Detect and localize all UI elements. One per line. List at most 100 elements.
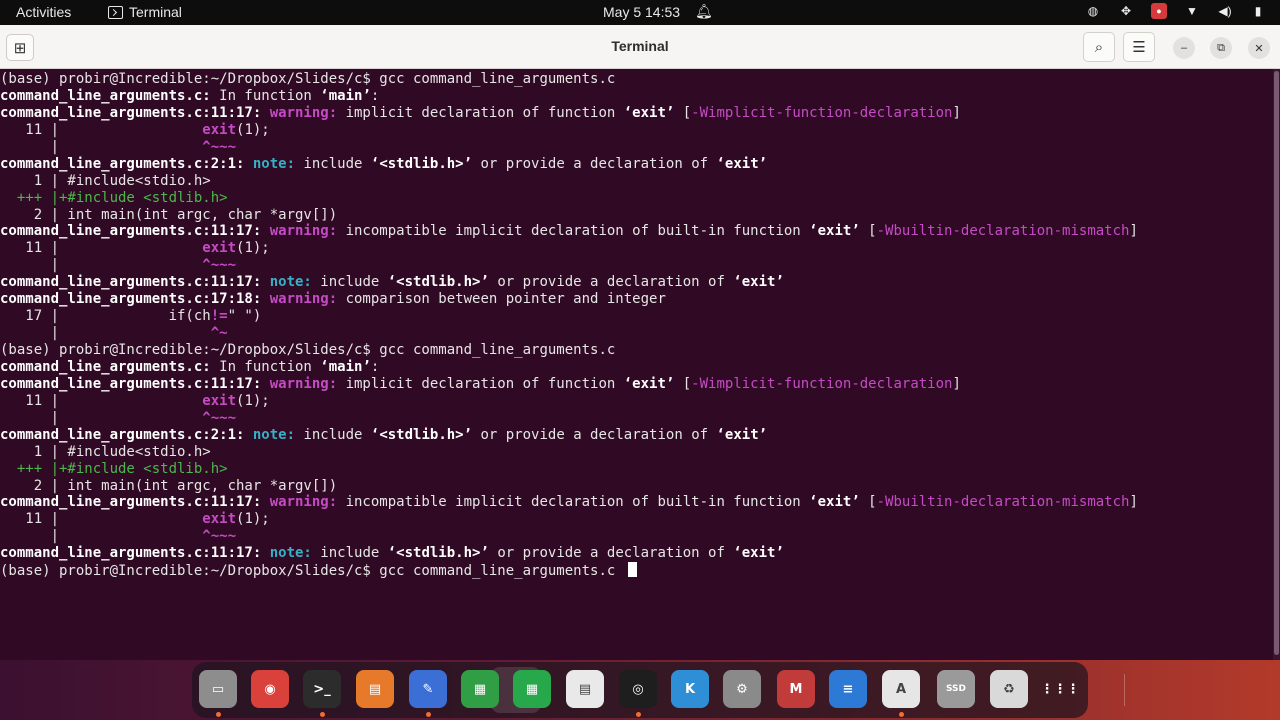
terminal-app-icon bbox=[108, 5, 123, 19]
hamburger-menu-icon: ☰ bbox=[1132, 39, 1146, 56]
terminal-line: 2 | int main(int argc, char *argv[]) bbox=[0, 207, 1138, 224]
terminal-text: ‘exit’ bbox=[733, 274, 784, 291]
terminal-text: ^~~~ bbox=[202, 138, 237, 155]
terminal-cursor bbox=[627, 562, 637, 578]
terminal-text: warning: bbox=[269, 104, 346, 121]
running-indicator bbox=[216, 712, 221, 717]
terminal-text: ‘<stdlib.h>’ bbox=[387, 545, 489, 562]
system-tray[interactable]: ◍ ✥ ● ▼ ◀) ▮ bbox=[1085, 3, 1266, 19]
search-icon: ⌕ bbox=[1094, 38, 1104, 56]
terminal-text: ‘exit’ bbox=[809, 494, 860, 511]
chrome-icon[interactable]: ◉ bbox=[251, 670, 289, 708]
terminal-text: (1); bbox=[236, 121, 270, 138]
wifi-icon[interactable]: ▼ bbox=[1184, 3, 1200, 19]
terminal-scrollbar[interactable] bbox=[1273, 69, 1280, 660]
terminal-line: | ^~ bbox=[0, 325, 1138, 342]
terminal-icon[interactable]: >_ bbox=[303, 670, 341, 708]
terminal-line: command_line_arguments.c:11:17: warning:… bbox=[0, 494, 1138, 511]
terminal-text: 1 | #include<stdio.h> bbox=[0, 443, 211, 460]
chrome-remote-icon[interactable]: ◍ bbox=[1085, 3, 1101, 19]
terminal-line: 11 | exit(1); bbox=[0, 240, 1138, 257]
show-apps-icon[interactable]: ⋮⋮⋮ bbox=[1041, 670, 1080, 708]
app-menu-label: Terminal bbox=[129, 4, 182, 20]
settings-icon[interactable]: ⚙ bbox=[723, 670, 761, 708]
terminal-text: incompatible implicit declaration of bui… bbox=[345, 494, 810, 511]
terminal-text: 17 | if(ch bbox=[0, 308, 211, 325]
terminal-text: -Wbuiltin-declaration-mismatch bbox=[876, 494, 1130, 511]
obs-icon[interactable]: ◎ bbox=[619, 670, 657, 708]
terminal-text: warning: bbox=[269, 223, 346, 240]
window-header: ⊞ Terminal ⌕ ☰ – ⧉ ✕ bbox=[0, 25, 1280, 69]
terminal-text: or provide a declaration of bbox=[488, 274, 734, 291]
terminal-text: exit bbox=[202, 121, 237, 138]
terminal-text: [ bbox=[859, 494, 877, 511]
impress-icon[interactable]: ▤ bbox=[356, 670, 394, 708]
terminal-line: command_line_arguments.c: In function ‘m… bbox=[0, 88, 1138, 105]
terminal-text: ] bbox=[1129, 223, 1138, 240]
terminal-line: 11 | exit(1); bbox=[0, 122, 1138, 139]
calc-icon[interactable]: ▦ bbox=[461, 670, 499, 708]
terminal-view[interactable]: (base) probir@Incredible:~/Dropbox/Slide… bbox=[0, 69, 1280, 660]
terminal-text: note: bbox=[252, 426, 304, 443]
terminal-line: | ^~~~ bbox=[0, 257, 1138, 274]
search-button[interactable]: ⌕ bbox=[1083, 32, 1115, 62]
screen-recorder-icon[interactable]: ● bbox=[1151, 3, 1167, 19]
mendeley-icon[interactable]: M bbox=[777, 670, 815, 708]
terminal-text: command_line_arguments.c:11:17: bbox=[0, 545, 270, 562]
running-indicator bbox=[636, 712, 641, 717]
battery-icon[interactable]: ▮ bbox=[1250, 3, 1266, 19]
terminal-text: include bbox=[320, 545, 388, 562]
terminal-text: ‘exit’ bbox=[623, 104, 675, 121]
menu-button[interactable]: ☰ bbox=[1123, 32, 1155, 62]
terminal-text: ‘exit’ bbox=[623, 375, 675, 392]
terminal-text: [ bbox=[859, 223, 877, 240]
close-button[interactable]: ✕ bbox=[1248, 37, 1270, 59]
notification-bell-icon[interactable]: 🔔︎ bbox=[695, 3, 713, 20]
spreadsheet-icon[interactable]: ▦ bbox=[513, 670, 551, 708]
writer-icon[interactable]: ≡ bbox=[829, 670, 867, 708]
terminal-text: command_line_arguments.c:2:1: bbox=[0, 426, 253, 443]
terminal-text: ] bbox=[952, 375, 961, 392]
restore-icon: ⧉ bbox=[1217, 41, 1225, 54]
terminal-text: include bbox=[320, 274, 388, 291]
disk-icon[interactable]: SSD bbox=[937, 670, 975, 708]
terminal-text: include bbox=[303, 155, 371, 172]
terminal-text: command_line_arguments.c: bbox=[0, 358, 211, 375]
minimize-button[interactable]: – bbox=[1173, 37, 1195, 59]
app-menu[interactable]: Terminal bbox=[108, 4, 182, 20]
terminal-text: ‘main’ bbox=[320, 358, 371, 375]
terminal-text: warning: bbox=[269, 375, 346, 392]
terminal-text: warning: bbox=[269, 494, 346, 511]
terminal-text: 11 | bbox=[0, 392, 203, 409]
volume-icon[interactable]: ◀) bbox=[1217, 3, 1233, 19]
files-icon[interactable]: ▭ bbox=[199, 670, 237, 708]
terminal-text: implicit declaration of function bbox=[345, 375, 624, 392]
software-updater-icon[interactable]: A bbox=[882, 670, 920, 708]
activities-button[interactable]: Activities bbox=[16, 4, 71, 20]
terminal-text: or provide a declaration of bbox=[472, 426, 717, 443]
clock[interactable]: May 5 14:53 bbox=[603, 4, 680, 20]
terminal-text: ^~~~ bbox=[202, 409, 237, 426]
terminal-line: command_line_arguments.c:11:17: note: in… bbox=[0, 545, 1138, 562]
running-indicator bbox=[320, 712, 325, 717]
terminal-line: 1 | #include<stdio.h> bbox=[0, 173, 1138, 190]
maximize-button[interactable]: ⧉ bbox=[1210, 37, 1232, 59]
terminal-text: command_line_arguments.c:11:17: bbox=[0, 375, 270, 392]
terminal-line: 2 | int main(int argc, char *argv[]) bbox=[0, 478, 1138, 495]
terminal-text: In function bbox=[210, 87, 321, 104]
terminal-text: +++ |+#include <stdlib.h> bbox=[0, 189, 228, 206]
trash-icon[interactable]: ♻ bbox=[990, 670, 1028, 708]
terminal-text: -Wbuiltin-declaration-mismatch bbox=[876, 223, 1130, 240]
kdenlive-icon[interactable]: K bbox=[671, 670, 709, 708]
running-indicator bbox=[899, 712, 904, 717]
document-viewer-icon[interactable]: ▤ bbox=[566, 670, 604, 708]
terminal-text: 11 | bbox=[0, 511, 203, 528]
terminal-line: command_line_arguments.c: In function ‘m… bbox=[0, 359, 1138, 376]
terminal-text: (base) probir@Incredible:~/Dropbox/Slide… bbox=[0, 563, 624, 580]
terminal-text: (base) probir@Incredible:~/Dropbox/Slide… bbox=[0, 342, 616, 358]
terminal-line: (base) probir@Incredible:~/Dropbox/Slide… bbox=[0, 71, 1138, 88]
dropbox-icon[interactable]: ✥ bbox=[1118, 3, 1134, 19]
text-editor-icon[interactable]: ✎ bbox=[409, 670, 447, 708]
terminal-line: (base) probir@Incredible:~/Dropbox/Slide… bbox=[0, 342, 1138, 359]
terminal-text: " ") bbox=[227, 308, 262, 325]
